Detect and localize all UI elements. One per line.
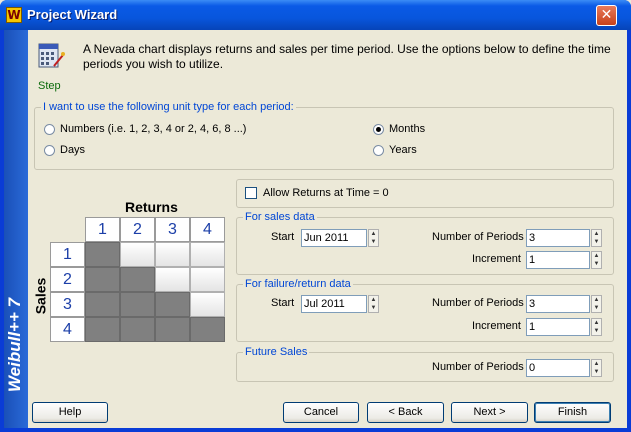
close-icon[interactable]: ✕: [596, 5, 617, 26]
return-increment-field[interactable]: 1: [526, 318, 590, 336]
radio-months-label: Months: [389, 123, 426, 135]
unit-type-group: I want to use the following unit type fo…: [34, 101, 614, 170]
nevada-cell: [85, 317, 120, 342]
radio-years[interactable]: Years: [373, 144, 417, 156]
nevada-cell: [85, 242, 120, 267]
nevada-cell: [120, 317, 155, 342]
return-increment-spinner[interactable]: ▲ ▼: [591, 318, 602, 336]
nevada-col-header: 1: [85, 217, 120, 242]
nevada-col-header: 4: [190, 217, 225, 242]
sales-data-legend: For sales data: [243, 211, 317, 223]
nevada-row-header: 2: [50, 267, 85, 292]
help-button[interactable]: Help: [32, 402, 108, 423]
allow-returns-label: Allow Returns at Time = 0: [263, 187, 389, 199]
radio-days-indicator: [44, 144, 55, 156]
nevada-cell: [155, 292, 190, 317]
sales-start-spinner[interactable]: ▲ ▼: [368, 229, 379, 247]
nevada-cell: [190, 292, 225, 317]
nevada-row-header: 1: [50, 242, 85, 267]
nevada-cell: [85, 292, 120, 317]
future-periods-label: Number of Periods: [432, 361, 524, 373]
window-title: Project Wizard: [27, 7, 118, 22]
nevada-cell: [120, 242, 155, 267]
next-button[interactable]: Next >: [451, 402, 528, 423]
finish-button[interactable]: Finish: [534, 402, 611, 423]
future-periods-spinner[interactable]: ▲ ▼: [591, 359, 602, 377]
project-wizard-window: W Project Wizard ✕ Weibull++ 7 Step A Ne…: [0, 0, 631, 432]
nevada-cell: [190, 242, 225, 267]
sales-increment-field[interactable]: 1: [526, 251, 590, 269]
return-data-legend: For failure/return data: [243, 278, 353, 290]
product-name: Weibull++ 7: [5, 297, 24, 393]
return-start-field[interactable]: Jul 2011: [301, 295, 367, 313]
radio-days-label: Days: [60, 144, 86, 156]
nevada-cell: [120, 267, 155, 292]
title-bar[interactable]: W Project Wizard ✕: [0, 0, 631, 30]
sales-start-field[interactable]: Jun 2011: [301, 229, 367, 247]
nevada-cell: [85, 267, 120, 292]
return-periods-spinner[interactable]: ▲ ▼: [591, 295, 602, 313]
step-label: Step: [38, 80, 61, 92]
radio-months-indicator: [373, 123, 384, 135]
step-wizard-icon: [38, 43, 65, 68]
sales-periods-label: Number of Periods: [432, 231, 524, 243]
weibull-app-icon: W: [6, 7, 22, 23]
radio-years-indicator: [373, 144, 384, 156]
sales-start-label: Start: [271, 231, 295, 243]
nevada-col-header: 2: [120, 217, 155, 242]
sales-periods-spinner[interactable]: ▲ ▼: [591, 229, 602, 247]
allow-returns-box: [245, 187, 257, 199]
future-periods-field[interactable]: 0: [526, 359, 590, 377]
intro-text: A Nevada chart displays returns and sale…: [83, 42, 611, 71]
return-start-spinner[interactable]: ▲ ▼: [368, 295, 379, 313]
nevada-cell: [155, 267, 190, 292]
back-button[interactable]: < Back: [367, 402, 444, 423]
radio-years-label: Years: [389, 144, 417, 156]
nevada-returns-label: Returns: [125, 199, 178, 215]
nevada-cell: [155, 242, 190, 267]
allow-returns-checkbox[interactable]: Allow Returns at Time = 0: [245, 187, 389, 199]
return-periods-field[interactable]: 3: [526, 295, 590, 313]
radio-numbers[interactable]: Numbers (i.e. 1, 2, 3, 4 or 2, 4, 6, 8 .…: [44, 123, 246, 135]
nevada-sales-label: Sales: [32, 277, 49, 315]
cancel-button[interactable]: Cancel: [283, 402, 359, 423]
product-sidebar: Weibull++ 7: [4, 30, 28, 428]
nevada-cell: [190, 317, 225, 342]
return-periods-label: Number of Periods: [432, 297, 524, 309]
nevada-row-header: 3: [50, 292, 85, 317]
wizard-body: Weibull++ 7 Step A Nevada chart displays…: [4, 30, 627, 428]
nevada-row-header: 4: [50, 317, 85, 342]
radio-numbers-indicator: [44, 123, 55, 135]
radio-numbers-label: Numbers (i.e. 1, 2, 3, 4 or 2, 4, 6, 8 .…: [60, 123, 247, 135]
future-sales-legend: Future Sales: [243, 346, 310, 358]
unit-type-legend: I want to use the following unit type fo…: [41, 101, 296, 113]
nevada-cell: [155, 317, 190, 342]
return-increment-label: Increment: [472, 320, 521, 332]
return-start-label: Start: [271, 297, 295, 309]
sales-increment-spinner[interactable]: ▲ ▼: [591, 251, 602, 269]
radio-months[interactable]: Months: [373, 123, 425, 135]
nevada-cell: [190, 267, 225, 292]
nevada-col-header: 3: [155, 217, 190, 242]
sales-periods-field[interactable]: 3: [526, 229, 590, 247]
sales-increment-label: Increment: [472, 253, 521, 265]
radio-days[interactable]: Days: [44, 144, 85, 156]
nevada-cell: [120, 292, 155, 317]
